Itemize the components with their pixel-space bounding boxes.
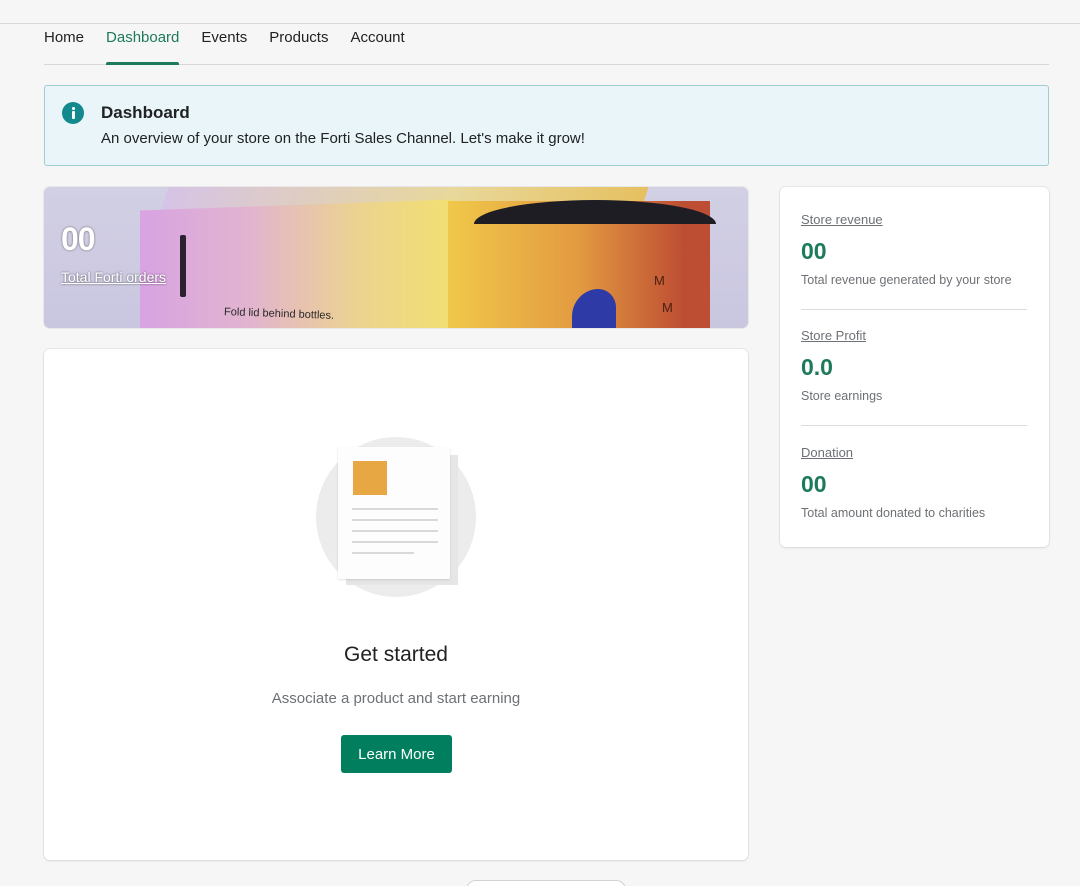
hero-box-letter: M	[654, 273, 665, 288]
donation-stat: Donation 00 Total amount donated to char…	[801, 444, 1027, 520]
illustration-text-line	[352, 530, 438, 532]
empty-state-title: Get started	[344, 643, 448, 666]
store-revenue-link[interactable]: Store revenue	[801, 212, 883, 227]
store-profit-stat: Store Profit 0.0 Store earnings	[801, 327, 1027, 403]
illustration-image-block	[353, 461, 387, 495]
donation-value: 00	[801, 471, 827, 497]
total-orders-value: 00	[61, 221, 96, 257]
store-profit-description: Store earnings	[801, 389, 883, 403]
banner-title: Dashboard	[101, 103, 190, 122]
tab-home[interactable]: Home	[44, 24, 84, 64]
store-revenue-description: Total revenue generated by your store	[801, 273, 1012, 287]
stat-divider	[801, 425, 1027, 426]
get-started-card: Get started Associate a product and star…	[44, 349, 748, 860]
illustration-text-line	[352, 541, 438, 543]
store-revenue-stat: Store revenue 00 Total revenue generated…	[801, 211, 1027, 287]
document-illustration-icon	[316, 437, 478, 599]
store-profit-value: 0.0	[801, 354, 833, 380]
empty-state-subtitle: Associate a product and start earning	[271, 690, 521, 707]
total-orders-link[interactable]: Total Forti orders	[61, 269, 166, 285]
stat-divider	[801, 309, 1027, 310]
hero-box-mark	[180, 235, 186, 297]
bottom-pill-button[interactable]	[466, 880, 626, 886]
donation-link[interactable]: Donation	[801, 445, 853, 460]
illustration-text-line	[352, 508, 438, 510]
main-tabs: Home Dashboard Events Products Account	[44, 24, 1049, 65]
info-icon	[62, 102, 84, 124]
hero-box-letter: M	[662, 300, 673, 315]
orders-hero-card: Fold lid behind bottles. M M 00 Total Fo…	[44, 187, 748, 328]
banner-description: An overview of your store on the Forti S…	[101, 130, 585, 147]
info-banner: Dashboard An overview of your store on t…	[44, 85, 1049, 166]
store-revenue-value: 00	[801, 238, 827, 264]
donation-description: Total amount donated to charities	[801, 506, 986, 520]
illustration-paper	[338, 447, 450, 579]
tab-products[interactable]: Products	[269, 24, 328, 64]
illustration-text-line	[352, 552, 414, 554]
store-stats-card: Store revenue 00 Total revenue generated…	[780, 187, 1049, 547]
tab-dashboard[interactable]: Dashboard	[106, 24, 180, 65]
tab-account[interactable]: Account	[350, 24, 404, 64]
illustration-text-line	[352, 519, 438, 521]
tab-events[interactable]: Events	[201, 24, 247, 64]
learn-more-button[interactable]: Learn More	[341, 735, 452, 773]
store-profit-link[interactable]: Store Profit	[801, 328, 866, 343]
